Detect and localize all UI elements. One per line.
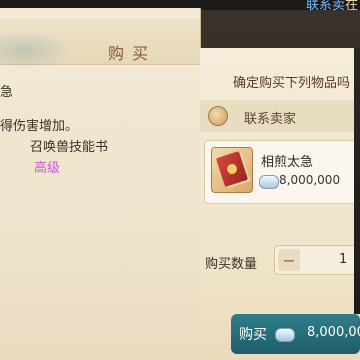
buy-total: 8,000,000 <box>307 325 360 340</box>
game-scene: 联系卖在 购买 急 得伤害增加。 召唤兽技能书 高级 确定购买下列物品吗 联系卖… <box>0 0 360 360</box>
book-shape <box>215 151 249 187</box>
top-link[interactable]: 联系卖 <box>306 0 345 13</box>
buy-label: 购买 <box>239 327 267 343</box>
silver-ingot-icon <box>275 328 295 342</box>
quantity-label: 购买数量 <box>205 257 258 272</box>
item-card[interactable]: 相煎太急 8,000,000 <box>204 140 360 204</box>
effect-line-2: 召唤兽技能书 <box>30 140 109 155</box>
silver-ingot-icon <box>259 175 279 189</box>
seller-coin-icon <box>208 106 228 126</box>
buy-button[interactable]: 购买 8,000,000 <box>231 314 360 354</box>
grade-label: 高级 <box>34 161 61 176</box>
header-decoration <box>0 26 80 66</box>
page-title: 购买 <box>108 44 157 63</box>
quantity-stepper[interactable]: − 1 <box>274 245 360 275</box>
item-detail-panel: 购买 急 得伤害增加。 召唤兽技能书 高级 <box>0 8 201 360</box>
contact-seller-label: 联系卖家 <box>244 112 297 127</box>
item-name-fragment: 急 <box>0 85 14 100</box>
effect-line-1: 得伤害增加。 <box>0 119 79 134</box>
top-strip-text: 联系卖在 <box>306 0 358 13</box>
panel-header: 购买 <box>0 18 200 66</box>
item-price: 8,000,000 <box>279 173 341 187</box>
confirm-prompt: 确定购买下列物品吗 <box>233 76 351 91</box>
item-card-name: 相煎太急 <box>261 155 314 170</box>
skill-book-icon <box>211 147 253 193</box>
contact-seller-row[interactable]: 联系卖家 <box>200 100 360 132</box>
quantity-value[interactable]: 1 <box>339 252 347 267</box>
right-edge-strip <box>354 48 360 314</box>
quantity-minus-button[interactable]: − <box>278 249 300 271</box>
top-text: 在 <box>344 0 358 13</box>
